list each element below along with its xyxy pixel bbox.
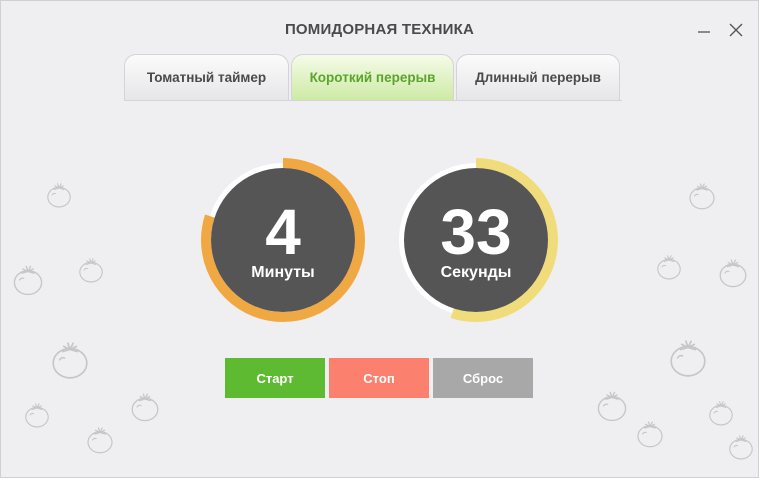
tomato-outline-icon [637, 421, 663, 448]
tomato-outline-icon [13, 265, 43, 296]
close-icon [729, 23, 743, 37]
tomato-outline-icon [52, 342, 88, 379]
tomato-outline-icon [729, 435, 753, 460]
tomato-outline-icon [25, 403, 49, 428]
tab-divider [124, 100, 622, 101]
minutes-dial: 4 Минуты [201, 158, 365, 322]
tab-long-break[interactable]: Длинный перерыв [456, 54, 620, 100]
reset-button[interactable]: Сброс [433, 358, 533, 398]
tomato-outline-icon [87, 427, 113, 454]
tomato-outline-icon [657, 255, 681, 280]
mode-tabs: Томатный таймер Короткий перерыв Длинный… [124, 54, 620, 100]
minimize-button[interactable] [695, 21, 713, 39]
minutes-value: 4 [265, 196, 301, 268]
minimize-icon [698, 31, 710, 33]
tomato-outline-icon [670, 340, 706, 377]
close-button[interactable] [727, 21, 745, 39]
seconds-dial: 33 Секунды [394, 158, 558, 322]
minutes-label: Минуты [251, 264, 315, 281]
window-title: ПОМИДОРНАЯ ТЕХНИКА [284, 21, 475, 38]
tomato-outline-icon [47, 183, 71, 208]
stop-button[interactable]: Стоп [329, 358, 429, 398]
tab-short-break[interactable]: Короткий перерыв [291, 54, 454, 100]
seconds-value: 33 [440, 196, 512, 268]
app-window: ПОМИДОРНАЯ ТЕХНИКА Томатный таймер Корот… [0, 0, 759, 478]
tomato-outline-icon [131, 393, 159, 422]
tomato-outline-icon [597, 391, 627, 422]
tab-tomato-timer[interactable]: Томатный таймер [124, 54, 289, 100]
tomato-outline-icon [719, 259, 747, 288]
seconds-label: Секунды [440, 264, 512, 281]
tomato-outline-icon [79, 258, 103, 283]
tomato-outline-icon [709, 401, 733, 426]
tomato-outline-icon [689, 183, 715, 210]
start-button[interactable]: Старт [225, 358, 325, 398]
